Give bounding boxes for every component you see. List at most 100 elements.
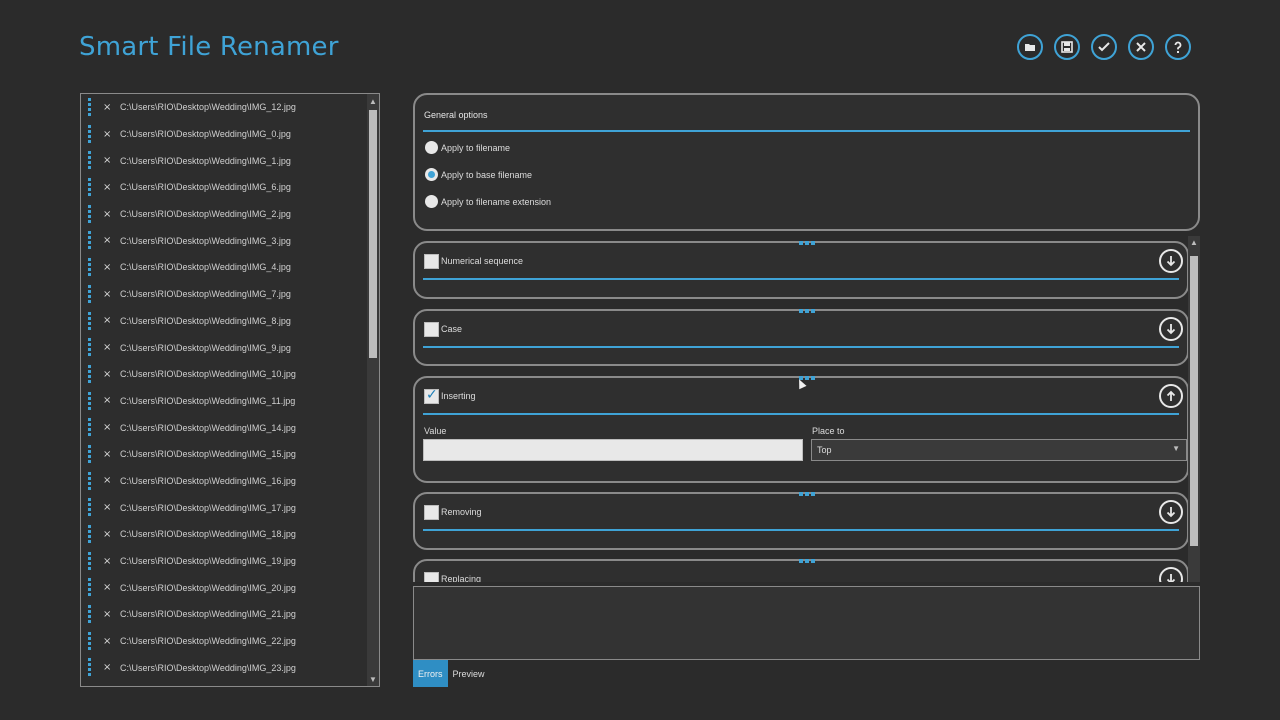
value-input[interactable]	[423, 439, 803, 461]
replacing-checkbox[interactable]	[424, 572, 439, 582]
drag-grip-icon[interactable]	[88, 578, 92, 597]
remove-file-icon[interactable]: ×	[103, 582, 111, 593]
file-list-item[interactable]: × C:\Users\RIO\Desktop\Wedding\IMG_11.jpg	[81, 388, 379, 415]
remove-file-icon[interactable]: ×	[103, 262, 111, 273]
drag-grip-icon[interactable]	[88, 311, 92, 330]
remove-file-icon[interactable]: ×	[103, 475, 111, 486]
remove-file-icon[interactable]: ×	[103, 369, 111, 380]
radio-button-selected[interactable]	[425, 168, 438, 181]
drag-grip-icon[interactable]	[88, 658, 92, 677]
drag-handle-icon[interactable]	[799, 309, 815, 313]
file-list-item[interactable]: × C:\Users\RIO\Desktop\Wedding\IMG_20.jpg	[81, 574, 379, 601]
drag-handle-icon[interactable]	[799, 559, 815, 563]
drag-grip-icon[interactable]	[88, 364, 92, 383]
remove-file-icon[interactable]: ×	[103, 289, 111, 300]
numerical-sequence-checkbox[interactable]	[424, 254, 439, 269]
file-list-item[interactable]: × C:\Users\RIO\Desktop\Wedding\IMG_19.jpg	[81, 548, 379, 575]
file-list-scrollbar[interactable]: ▲ ▼	[367, 94, 379, 686]
file-list-item[interactable]: × C:\Users\RIO\Desktop\Wedding\IMG_9.jpg	[81, 334, 379, 361]
remove-file-icon[interactable]: ×	[103, 155, 111, 166]
file-list-item[interactable]: × C:\Users\RIO\Desktop\Wedding\IMG_12.jpg	[81, 94, 379, 121]
drag-grip-icon[interactable]	[88, 258, 92, 277]
remove-file-icon[interactable]: ×	[103, 209, 111, 220]
file-list-item[interactable]: × C:\Users\RIO\Desktop\Wedding\IMG_3.jpg	[81, 227, 379, 254]
apply-check-icon[interactable]	[1091, 34, 1117, 60]
radio-apply-extension[interactable]: Apply to filename extension	[425, 195, 551, 208]
drag-grip-icon[interactable]	[88, 284, 92, 303]
remove-file-icon[interactable]: ×	[103, 129, 111, 140]
file-list-item[interactable]: × C:\Users\RIO\Desktop\Wedding\IMG_23.jpg	[81, 654, 379, 681]
file-list[interactable]: × C:\Users\RIO\Desktop\Wedding\IMG_12.jpg…	[80, 93, 380, 687]
inserting-checkbox[interactable]	[424, 387, 439, 404]
remove-file-icon[interactable]: ×	[103, 609, 111, 620]
remove-file-icon[interactable]: ×	[103, 315, 111, 326]
file-list-item[interactable]: × C:\Users\RIO\Desktop\Wedding\IMG_16.jpg	[81, 468, 379, 495]
drag-grip-icon[interactable]	[88, 605, 92, 624]
save-icon[interactable]	[1054, 34, 1080, 60]
drag-grip-icon[interactable]	[88, 391, 92, 410]
drag-grip-icon[interactable]	[88, 98, 92, 116]
file-list-item[interactable]: × C:\Users\RIO\Desktop\Wedding\IMG_7.jpg	[81, 281, 379, 308]
radio-button[interactable]	[425, 141, 438, 154]
drag-grip-icon[interactable]	[88, 338, 92, 357]
scroll-thumb[interactable]	[369, 110, 377, 358]
file-list-item[interactable]: × C:\Users\RIO\Desktop\Wedding\IMG_8.jpg	[81, 308, 379, 335]
scroll-up-arrow-icon[interactable]: ▲	[367, 94, 379, 108]
remove-file-icon[interactable]: ×	[103, 662, 111, 673]
place-to-select[interactable]: Top ▼	[811, 439, 1187, 461]
file-list-item[interactable]: × C:\Users\RIO\Desktop\Wedding\IMG_14.jpg	[81, 414, 379, 441]
drag-grip-icon[interactable]	[88, 444, 92, 463]
remove-file-icon[interactable]: ×	[103, 342, 111, 353]
drag-grip-icon[interactable]	[88, 151, 92, 170]
file-list-item[interactable]: × C:\Users\RIO\Desktop\Wedding\IMG_18.jpg	[81, 521, 379, 548]
help-icon[interactable]	[1165, 34, 1191, 60]
drag-grip-icon[interactable]	[88, 551, 92, 570]
remove-file-icon[interactable]: ×	[103, 529, 111, 540]
scroll-thumb[interactable]	[1190, 256, 1198, 546]
drag-grip-icon[interactable]	[88, 124, 92, 143]
drag-grip-icon[interactable]	[88, 471, 92, 490]
file-list-item[interactable]: × C:\Users\RIO\Desktop\Wedding\IMG_1.jpg	[81, 147, 379, 174]
remove-file-icon[interactable]: ×	[103, 422, 111, 433]
scroll-down-arrow-icon[interactable]: ▼	[367, 672, 379, 686]
case-checkbox[interactable]	[424, 322, 439, 337]
drag-grip-icon[interactable]	[88, 231, 92, 250]
remove-file-icon[interactable]: ×	[103, 102, 111, 113]
remove-file-icon[interactable]: ×	[103, 235, 111, 246]
drag-grip-icon[interactable]	[88, 178, 92, 197]
drag-handle-icon[interactable]	[799, 241, 815, 245]
remove-file-icon[interactable]: ×	[103, 556, 111, 567]
tab-errors[interactable]: Errors	[413, 660, 448, 687]
remove-file-icon[interactable]: ×	[103, 502, 111, 513]
radio-apply-base-filename[interactable]: Apply to base filename	[425, 168, 532, 181]
expand-arrow-down-icon[interactable]	[1159, 249, 1183, 273]
expand-arrow-down-icon[interactable]	[1159, 567, 1183, 582]
open-folder-icon[interactable]	[1017, 34, 1043, 60]
remove-file-icon[interactable]: ×	[103, 395, 111, 406]
file-list-item[interactable]: × C:\Users\RIO\Desktop\Wedding\IMG_22.jpg	[81, 628, 379, 655]
remove-file-icon[interactable]: ×	[103, 182, 111, 193]
drag-grip-icon[interactable]	[88, 498, 92, 517]
file-list-item[interactable]: × C:\Users\RIO\Desktop\Wedding\IMG_10.jpg	[81, 361, 379, 388]
drag-grip-icon[interactable]	[88, 204, 92, 223]
drag-handle-icon[interactable]	[799, 492, 815, 496]
close-icon[interactable]	[1128, 34, 1154, 60]
expand-arrow-down-icon[interactable]	[1159, 317, 1183, 341]
expand-arrow-down-icon[interactable]	[1159, 500, 1183, 524]
rules-scrollbar[interactable]: ▲	[1188, 236, 1200, 582]
drag-grip-icon[interactable]	[88, 525, 92, 543]
file-list-item[interactable]: × C:\Users\RIO\Desktop\Wedding\IMG_2.jpg	[81, 201, 379, 228]
file-list-item[interactable]: × C:\Users\RIO\Desktop\Wedding\IMG_15.jpg	[81, 441, 379, 468]
file-list-item[interactable]: × C:\Users\RIO\Desktop\Wedding\IMG_4.jpg	[81, 254, 379, 281]
drag-grip-icon[interactable]	[88, 631, 92, 650]
collapse-arrow-up-icon[interactable]	[1159, 384, 1183, 408]
file-list-item[interactable]: × C:\Users\RIO\Desktop\Wedding\IMG_0.jpg	[81, 121, 379, 148]
removing-checkbox[interactable]	[424, 505, 439, 520]
remove-file-icon[interactable]: ×	[103, 636, 111, 647]
tab-preview[interactable]: Preview	[448, 660, 490, 687]
radio-apply-filename[interactable]: Apply to filename	[425, 141, 510, 154]
radio-button[interactable]	[425, 195, 438, 208]
file-list-item[interactable]: × C:\Users\RIO\Desktop\Wedding\IMG_21.jpg	[81, 601, 379, 628]
file-list-item[interactable]: × C:\Users\RIO\Desktop\Wedding\IMG_17.jpg	[81, 494, 379, 521]
scroll-up-arrow-icon[interactable]: ▲	[1188, 236, 1200, 250]
